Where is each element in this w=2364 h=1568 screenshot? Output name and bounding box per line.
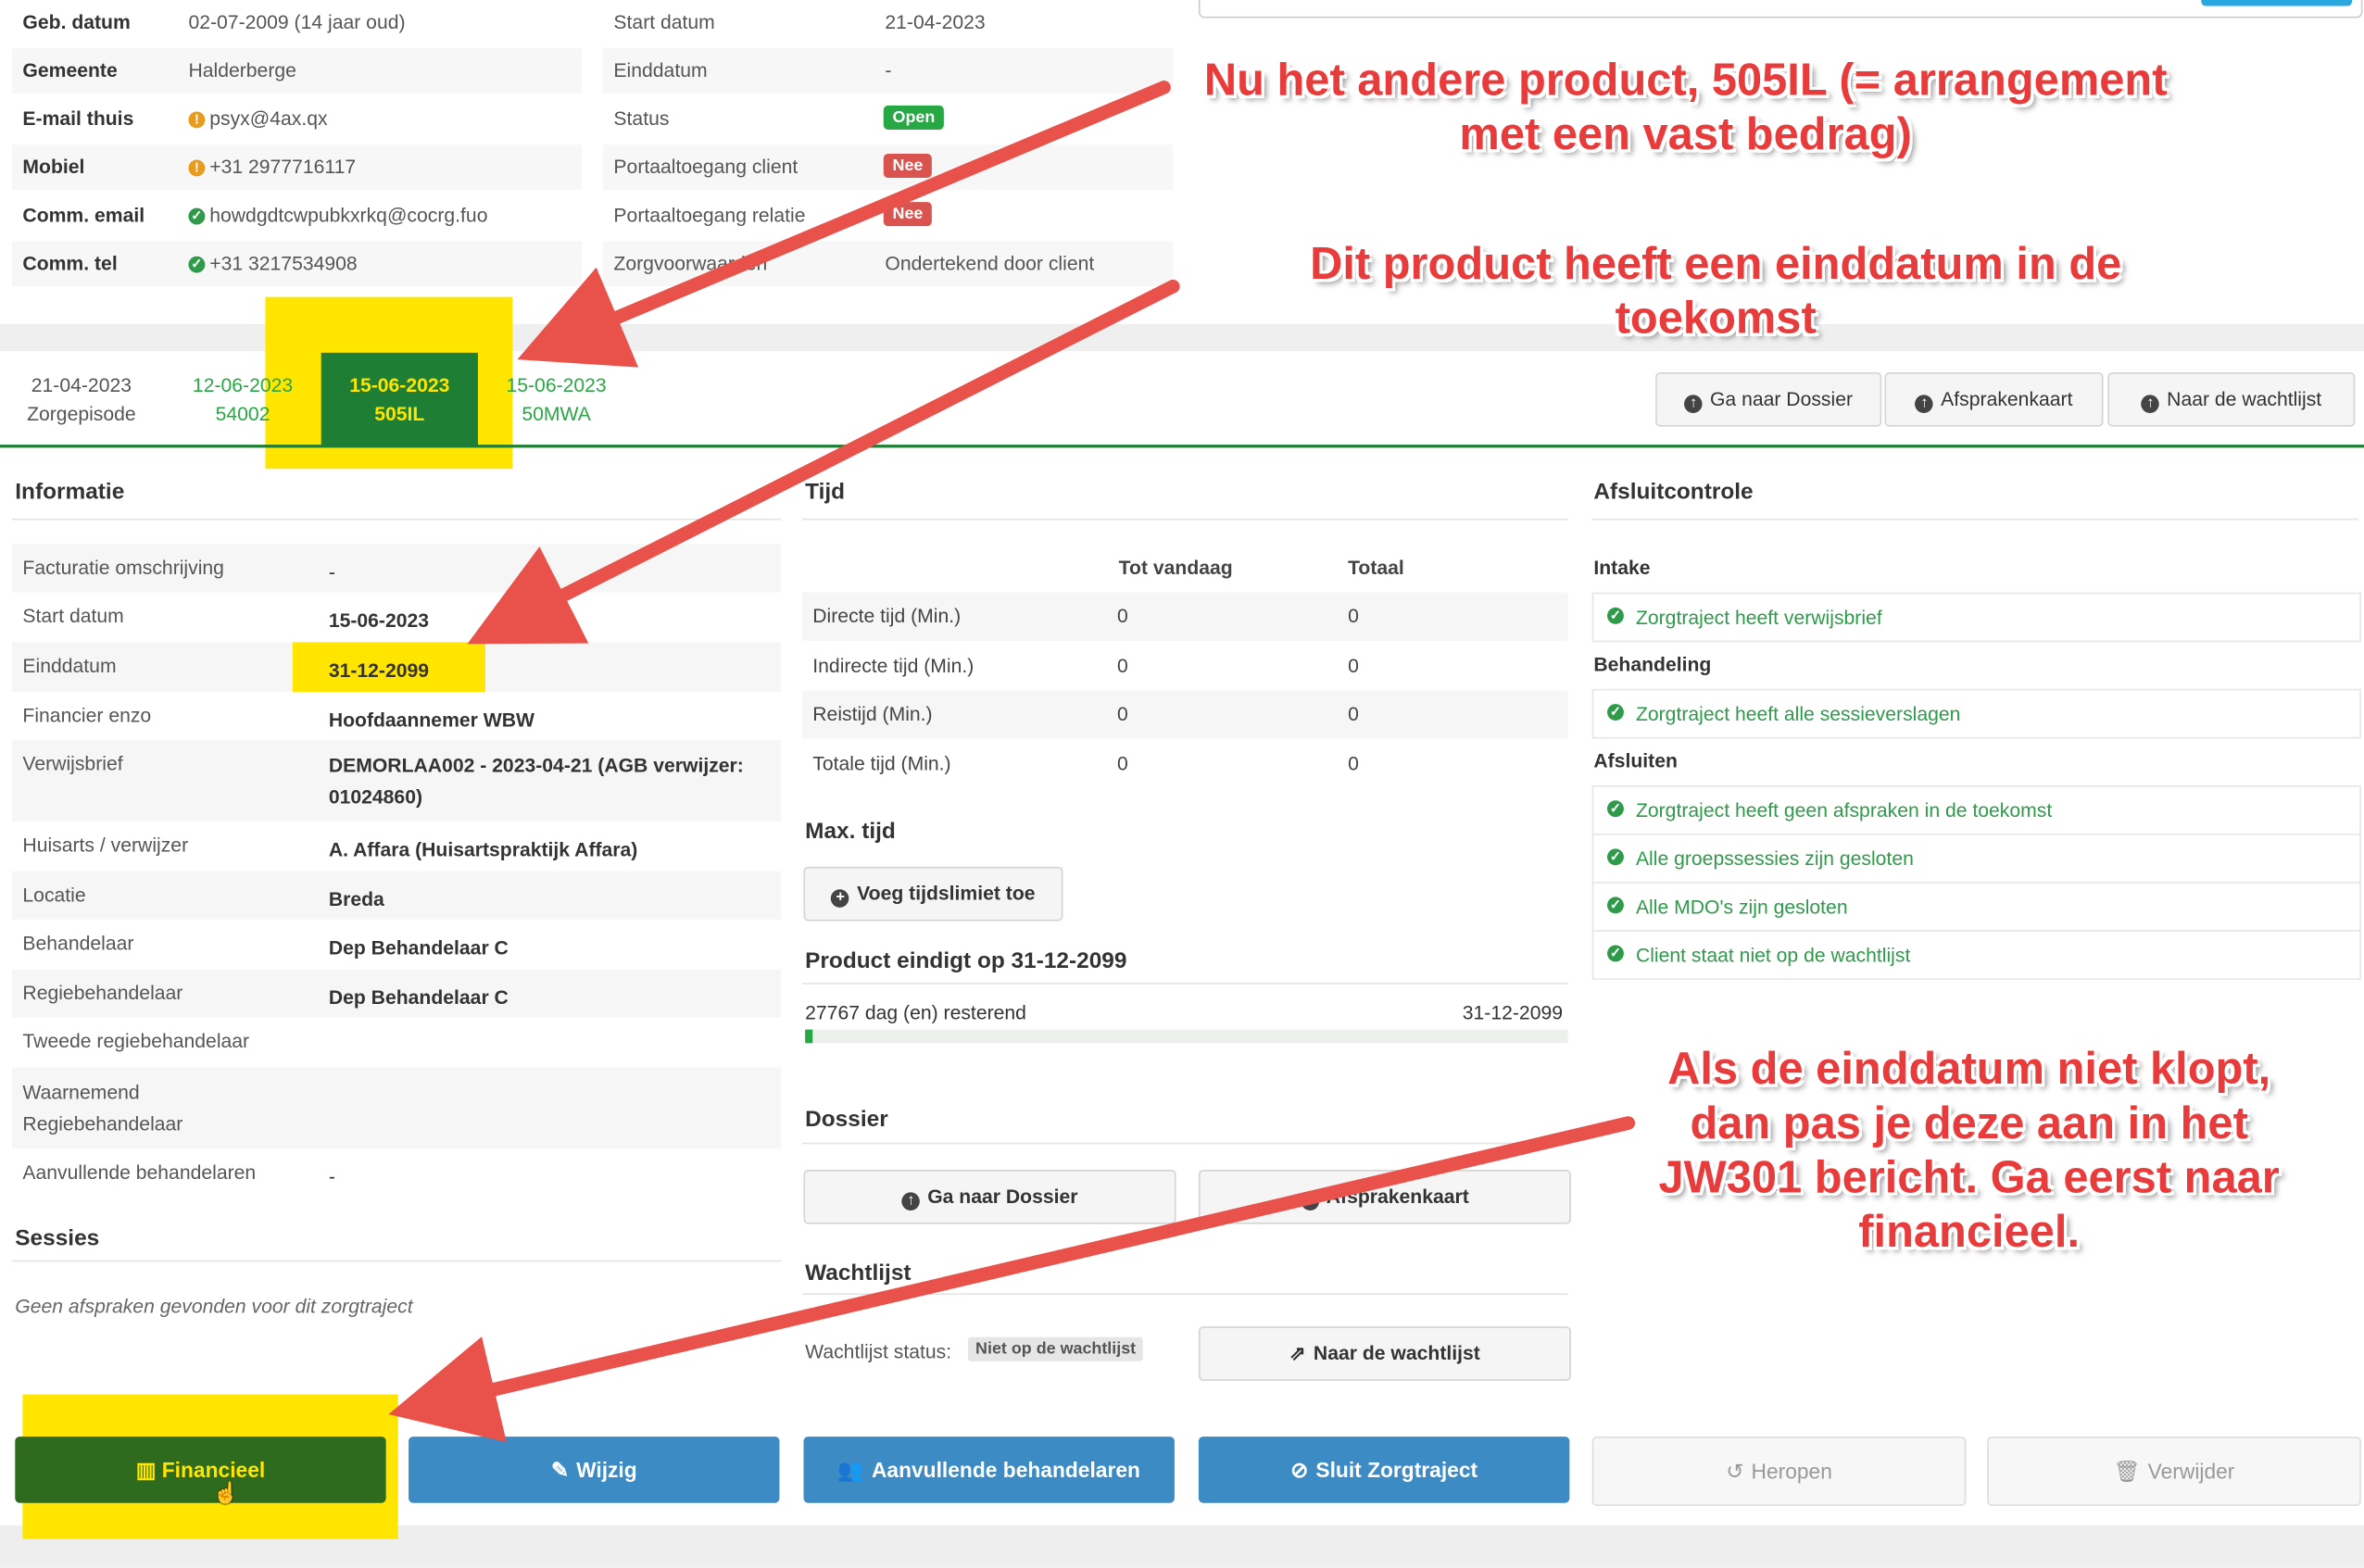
annotation-arrow-3: [388, 1116, 1636, 1443]
annotation-text: dan pas je deze aan in het: [1690, 1098, 2248, 1149]
annotation-arrows: [388, 81, 1636, 1443]
annotation-1: Nu het andere product, 505IL (= arrangem…: [1203, 55, 2169, 163]
annotation-text: met een vast bedrag): [1459, 109, 1912, 160]
annotation-text: Dit product heeft een einddatum in de to…: [1310, 239, 2122, 345]
annotation-text: financieel.: [1858, 1207, 2081, 1258]
annotation-3: Als de einddatum niet klopt, dan pas je …: [1650, 1043, 2289, 1260]
annotation-text: Als de einddatum niet klopt,: [1667, 1044, 2271, 1095]
annotation-arrow-1: [517, 81, 1171, 368]
annotation-arrow-2: [467, 279, 1180, 645]
screen: Geb. datum 02-07-2009 (14 jaar oud) Geme…: [0, 0, 2364, 1568]
annotation-2: Dit product heeft een einddatum in de to…: [1203, 238, 2229, 346]
annotation-text: Nu het andere product, 505IL (= arrangem…: [1203, 56, 2168, 106]
annotation-text: JW301 bericht. Ga eerst naar: [1658, 1153, 2280, 1203]
